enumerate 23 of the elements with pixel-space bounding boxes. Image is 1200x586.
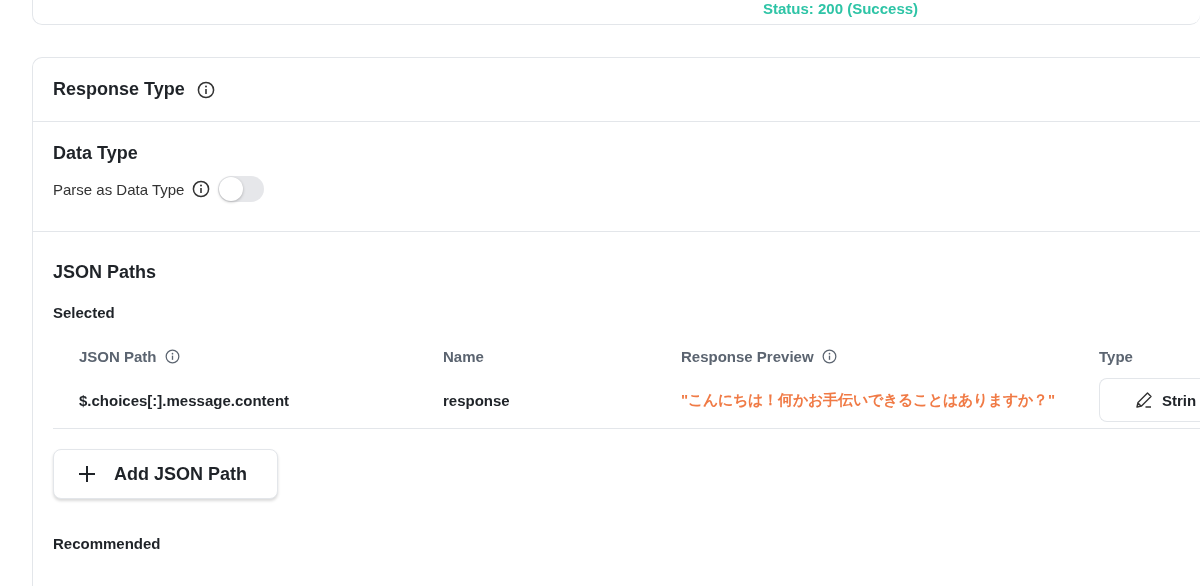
column-header: Response Preview — [681, 347, 814, 365]
info-icon[interactable] — [821, 348, 837, 364]
column-header: Type — [1099, 347, 1133, 365]
info-icon[interactable] — [164, 348, 180, 364]
toggle-switch[interactable] — [218, 176, 265, 202]
type-button[interactable]: Strin — [1099, 378, 1200, 422]
table-cell-text: $.choices[:].message.content — [79, 390, 291, 411]
column-header: Name — [443, 347, 484, 365]
response-preview: "こんにちは！何かお手伝いできることはありますか？" — [681, 389, 1057, 410]
info-icon[interactable] — [192, 180, 211, 198]
subsection-label: Recommended — [53, 535, 162, 552]
subsection-label: Selected — [53, 304, 115, 321]
column-header: JSON Path — [79, 347, 157, 365]
pencil-icon — [1134, 390, 1154, 410]
section-title: Response Type — [53, 79, 185, 100]
table-cell-text: response — [443, 390, 511, 411]
status-text: Status: 200 (Success) — [763, 0, 919, 19]
plus-icon — [78, 465, 96, 483]
add-json-path-button[interactable]: Add JSON Path — [53, 449, 278, 499]
section-title: Data Type — [53, 143, 138, 163]
section-title: JSON Paths — [53, 262, 157, 282]
toggle-label: Parse as Data Type — [53, 180, 185, 198]
info-icon[interactable] — [196, 80, 215, 99]
